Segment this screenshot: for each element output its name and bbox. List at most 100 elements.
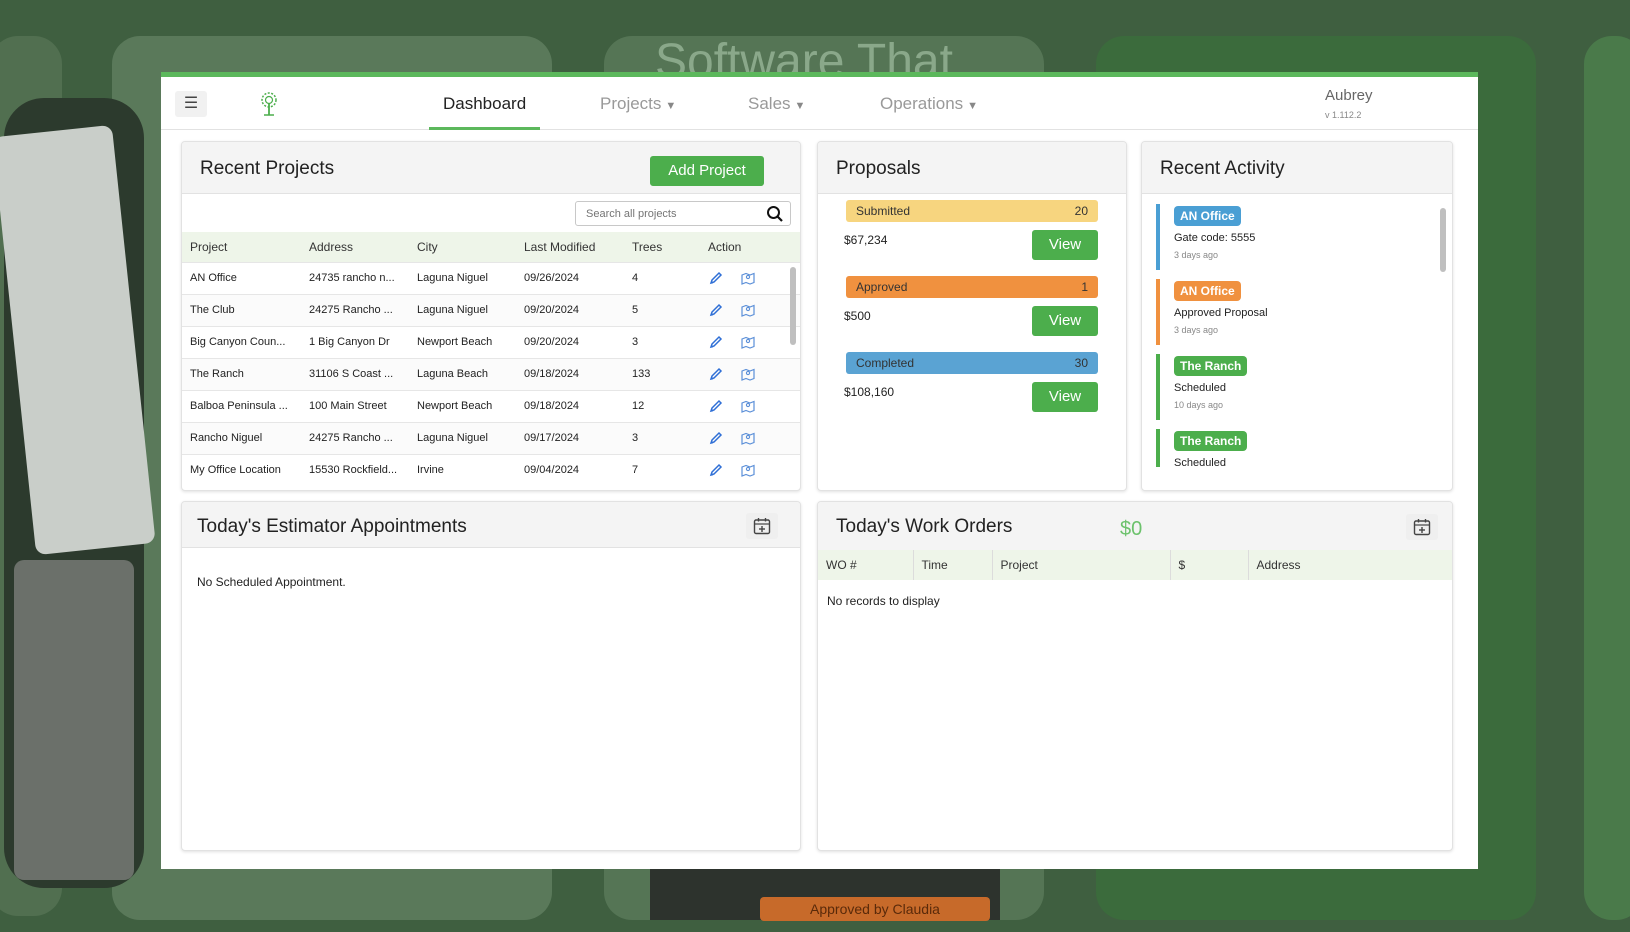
cell-project: AN Office (182, 261, 301, 294)
map-icon[interactable] (740, 366, 756, 382)
search-row (182, 194, 800, 232)
chevron-down-icon: ▼ (967, 100, 979, 112)
cell-modified: 09/18/2024 (516, 357, 624, 390)
projects-table: Project Address City Last Modified Trees… (182, 232, 800, 486)
map-icon[interactable] (740, 430, 756, 446)
edit-pencil-icon[interactable] (708, 366, 724, 382)
scrollbar[interactable] (790, 267, 796, 345)
user-name[interactable]: Aubrey (1325, 87, 1373, 104)
map-icon[interactable] (740, 302, 756, 318)
search-box[interactable] (575, 201, 791, 226)
cell-modified: 09/26/2024 (516, 261, 624, 294)
edit-pencil-icon[interactable] (708, 302, 724, 318)
view-proposals-button[interactable]: View (1032, 306, 1098, 336)
view-proposals-button[interactable]: View (1032, 230, 1098, 260)
activity-item[interactable]: AN Office Gate code: 5555 3 days ago (1156, 204, 1426, 270)
nav-dashboard[interactable]: Dashboard (429, 77, 541, 130)
map-icon[interactable] (740, 334, 756, 350)
calendar-add-icon (1413, 519, 1431, 536)
map-icon[interactable] (740, 270, 756, 286)
map-icon[interactable] (740, 462, 756, 478)
table-row[interactable]: The Club 24275 Rancho ... Laguna Niguel 09/… (182, 293, 800, 326)
cell-project: The Club (182, 293, 301, 326)
table-row[interactable]: My Office Location 15530 Rockfield... Irvi… (182, 453, 800, 486)
hamburger-icon[interactable]: ☰ (175, 91, 207, 117)
cell-trees: 4 (624, 261, 700, 294)
cell-action (700, 421, 800, 454)
cell-project: The Ranch (182, 357, 301, 390)
column-header[interactable]: Last Modified (516, 232, 624, 262)
edit-pencil-icon[interactable] (708, 398, 724, 414)
cell-address: 31106 S Coast ... (301, 357, 409, 390)
scrollbar[interactable] (1440, 208, 1446, 272)
map-icon[interactable] (740, 398, 756, 414)
recent-activity-header: Recent Activity (1142, 142, 1452, 194)
proposal-count: 30 (1074, 356, 1088, 370)
add-work-order-button[interactable] (1406, 514, 1438, 540)
column-header[interactable]: WO # (818, 550, 914, 580)
proposal-amount: $67,234 (844, 233, 888, 247)
add-appointment-button[interactable] (746, 513, 778, 539)
cell-address: 1 Big Canyon Dr (301, 325, 409, 358)
table-header-row: WO # Time Project $ Address (818, 550, 1452, 580)
add-project-button[interactable]: Add Project (650, 156, 764, 186)
view-proposals-button[interactable]: View (1032, 382, 1098, 412)
proposal-status-bar[interactable]: Approved 1 (846, 276, 1098, 298)
nav-operations[interactable]: Operations ▼ (880, 77, 978, 130)
edit-pencil-icon[interactable] (708, 270, 724, 286)
column-header[interactable]: Address (1248, 550, 1452, 580)
edit-pencil-icon[interactable] (708, 462, 724, 478)
edit-pencil-icon[interactable] (708, 430, 724, 446)
activity-item[interactable]: The Ranch Scheduled 10 days ago (1156, 354, 1426, 420)
recent-projects-panel: Recent Projects Add Project Project Addr… (181, 141, 801, 491)
cell-address: 100 Main Street (301, 389, 409, 422)
table-row[interactable]: Balboa Peninsula ... 100 Main Street Newpo… (182, 389, 800, 422)
activity-project-badge[interactable]: AN Office (1174, 206, 1241, 226)
proposal-amount: $500 (844, 309, 871, 323)
proposal-count: 20 (1074, 204, 1088, 218)
search-icon[interactable] (766, 205, 784, 223)
estimator-title: Today's Estimator Appointments (197, 516, 467, 537)
cell-modified: 09/04/2024 (516, 453, 624, 486)
cell-address: 24275 Rancho ... (301, 293, 409, 326)
column-header: Action (700, 232, 800, 262)
cell-action (700, 453, 800, 486)
nav-sales-label: Sales (748, 94, 791, 113)
activity-item[interactable]: The Ranch Scheduled (1156, 429, 1426, 469)
activity-project-badge[interactable]: The Ranch (1174, 356, 1248, 376)
activity-description: Gate code: 5555 (1174, 232, 1256, 244)
column-header[interactable]: Address (301, 232, 409, 262)
table-row[interactable]: The Ranch 31106 S Coast ... Laguna Beach 09… (182, 357, 800, 390)
table-row[interactable]: AN Office 24735 rancho n... Laguna Niguel 0… (182, 261, 800, 294)
proposal-status-bar[interactable]: Submitted 20 (846, 200, 1098, 222)
chevron-down-icon: ▼ (665, 100, 677, 112)
cell-city: Laguna Niguel (409, 293, 516, 326)
table-row[interactable]: Big Canyon Coun... 1 Big Canyon Dr Newport… (182, 325, 800, 358)
nav-dashboard-label: Dashboard (443, 94, 527, 113)
column-header[interactable]: Project (182, 232, 301, 262)
column-header[interactable]: $ (1170, 550, 1249, 580)
column-header[interactable]: Time (913, 550, 993, 580)
proposals-panel: Proposals Submitted 20 $67,234 View Approved… (817, 141, 1127, 491)
nav-projects[interactable]: Projects ▼ (600, 77, 676, 130)
cell-action (700, 325, 800, 358)
column-header[interactable]: Trees (624, 232, 700, 262)
tree-logo-icon[interactable] (257, 91, 281, 117)
proposal-status-bar[interactable]: Completed 30 (846, 352, 1098, 374)
table-row[interactable]: Rancho Niguel 24275 Rancho ... Laguna Nigu… (182, 421, 800, 454)
cell-trees: 7 (624, 453, 700, 486)
edit-pencil-icon[interactable] (708, 334, 724, 350)
recent-activity-title: Recent Activity (1160, 158, 1285, 179)
search-input[interactable] (586, 206, 754, 222)
proposal-status-label: Submitted (856, 204, 911, 218)
activity-time: 10 days ago (1174, 400, 1224, 410)
activity-description: Scheduled (1174, 382, 1226, 394)
column-header[interactable]: Project (992, 550, 1171, 580)
activity-project-badge[interactable]: The Ranch (1174, 431, 1248, 451)
bg-card (1584, 36, 1630, 920)
chevron-down-icon: ▼ (794, 100, 806, 112)
column-header[interactable]: City (409, 232, 516, 262)
activity-project-badge[interactable]: AN Office (1174, 281, 1241, 301)
nav-sales[interactable]: Sales ▼ (748, 77, 805, 130)
activity-item[interactable]: AN Office Approved Proposal 3 days ago (1156, 279, 1426, 345)
